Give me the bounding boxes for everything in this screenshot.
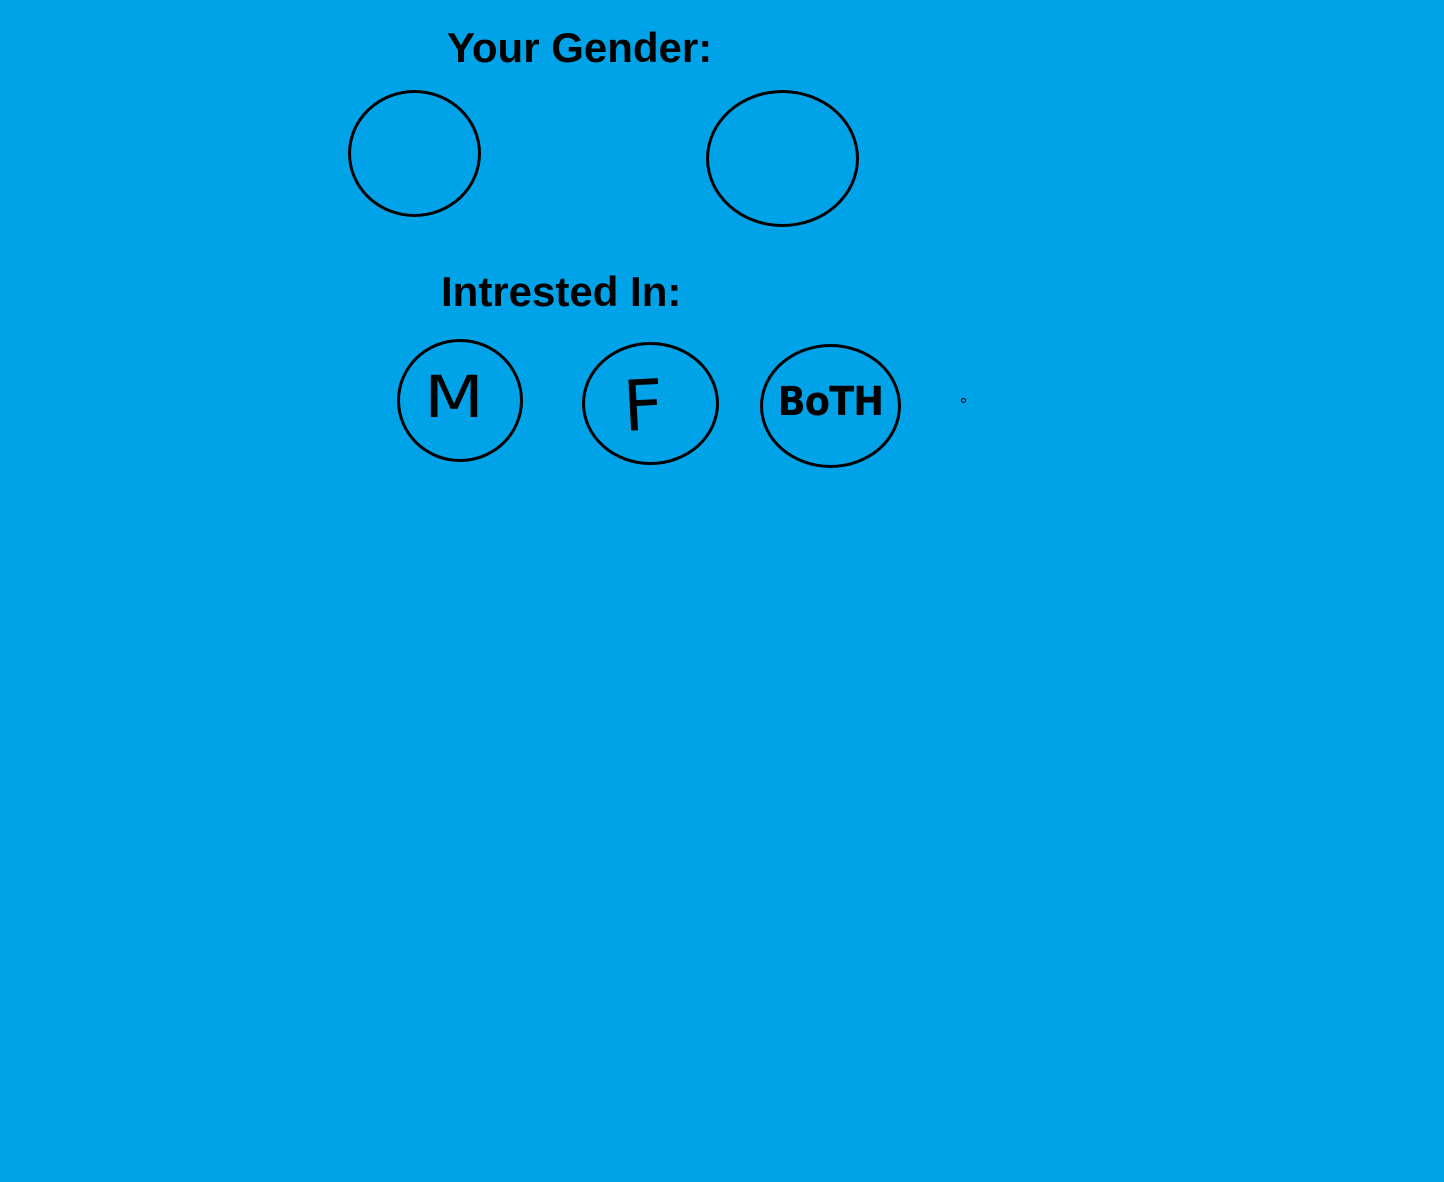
gender-option-2-radio[interactable] [706, 90, 859, 227]
interest-both-option[interactable]: BoTH [760, 344, 901, 468]
interest-male-option[interactable]: M [397, 339, 523, 462]
your-gender-heading: Your Gender: [447, 24, 713, 71]
interest-female-label: F [621, 363, 666, 448]
interest-male-label: M [423, 362, 485, 431]
interested-in-heading: Intrested In: [441, 268, 682, 315]
stray-dot-mark [961, 398, 966, 403]
interest-female-option[interactable]: F [582, 342, 719, 465]
interest-both-label: BoTH [777, 379, 884, 425]
gender-option-1-radio[interactable] [348, 90, 481, 217]
